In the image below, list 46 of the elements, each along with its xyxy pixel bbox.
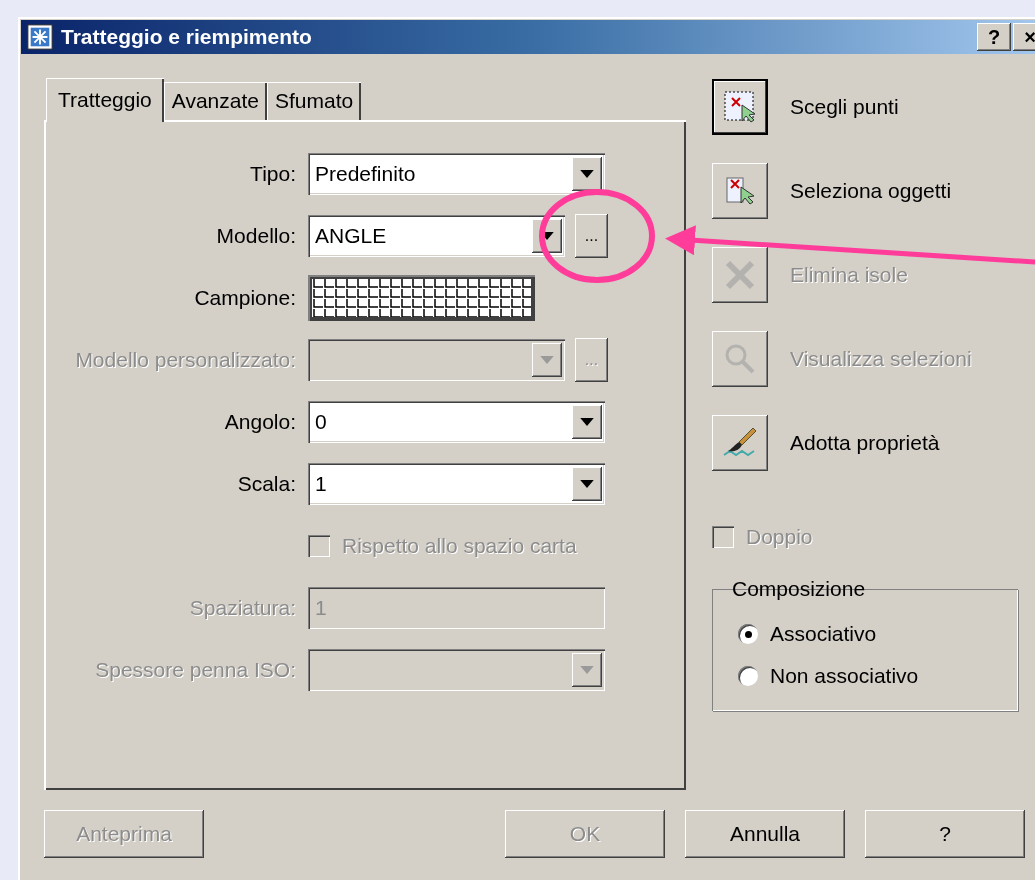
tool-label: Adotta proprietà [790,431,940,455]
tool-button[interactable] [712,415,768,471]
dropdown-field[interactable]: Predefinito [308,153,605,195]
tool-label: Seleziona oggetti [790,179,952,203]
dropdown-arrow-icon [580,665,594,675]
field-label: Campione: [193,286,296,310]
tool-label: Visualizza selezioni [790,347,972,371]
checkbox-label: Doppio [746,525,813,549]
group-title: Composizione [731,577,867,601]
tool-button[interactable] [712,79,768,135]
close-button[interactable]: × [1013,23,1035,51]
dropdown-field[interactable] [308,649,605,691]
dropdown-field[interactable]: ANGLE [308,215,565,257]
field-label: Tipo: [249,162,296,186]
radio-button[interactable] [738,666,758,686]
field-label: Spessore penna ISO: [94,658,296,682]
dropdown-field[interactable] [308,339,565,381]
hatch-app-icon [27,24,53,50]
hatch-sample[interactable] [308,275,535,321]
tab[interactable]: Sfumato [266,82,362,120]
tool-label: Elimina isole [790,263,908,287]
tab[interactable]: Avanzate [163,82,267,120]
help-button[interactable]: ? [977,23,1011,51]
field-label: Modello personalizzato: [74,348,296,372]
dropdown-arrow-icon [580,417,594,427]
tool-label: Scegli punti [790,95,899,119]
dropdown-field[interactable]: 1 [308,463,605,505]
tool-button[interactable] [712,163,768,219]
checkbox-label: Rispetto allo spazio carta [342,534,577,558]
dropdown-arrow-icon [540,355,554,365]
field-label: Spaziatura: [188,596,296,620]
dropdown-arrow-icon [580,479,594,489]
dialog-button[interactable]: Annulla [685,810,845,858]
dropdown-arrow-icon [580,169,594,179]
browse-button[interactable]: ... [575,214,608,258]
radio-button[interactable] [738,624,758,644]
dropdown-field[interactable]: 0 [308,401,605,443]
radio-label: Non associativo [770,664,919,688]
dialog-button[interactable]: ? [865,810,1025,858]
pick-point-icon [722,89,758,125]
field-label: Scala: [236,472,296,496]
radio-label: Associativo [770,622,877,646]
field-label: Angolo: [223,410,296,434]
tab[interactable]: Tratteggio [46,78,164,122]
field-label: Modello: [215,224,296,248]
window-title: Tratteggio e riempimento [61,25,313,49]
